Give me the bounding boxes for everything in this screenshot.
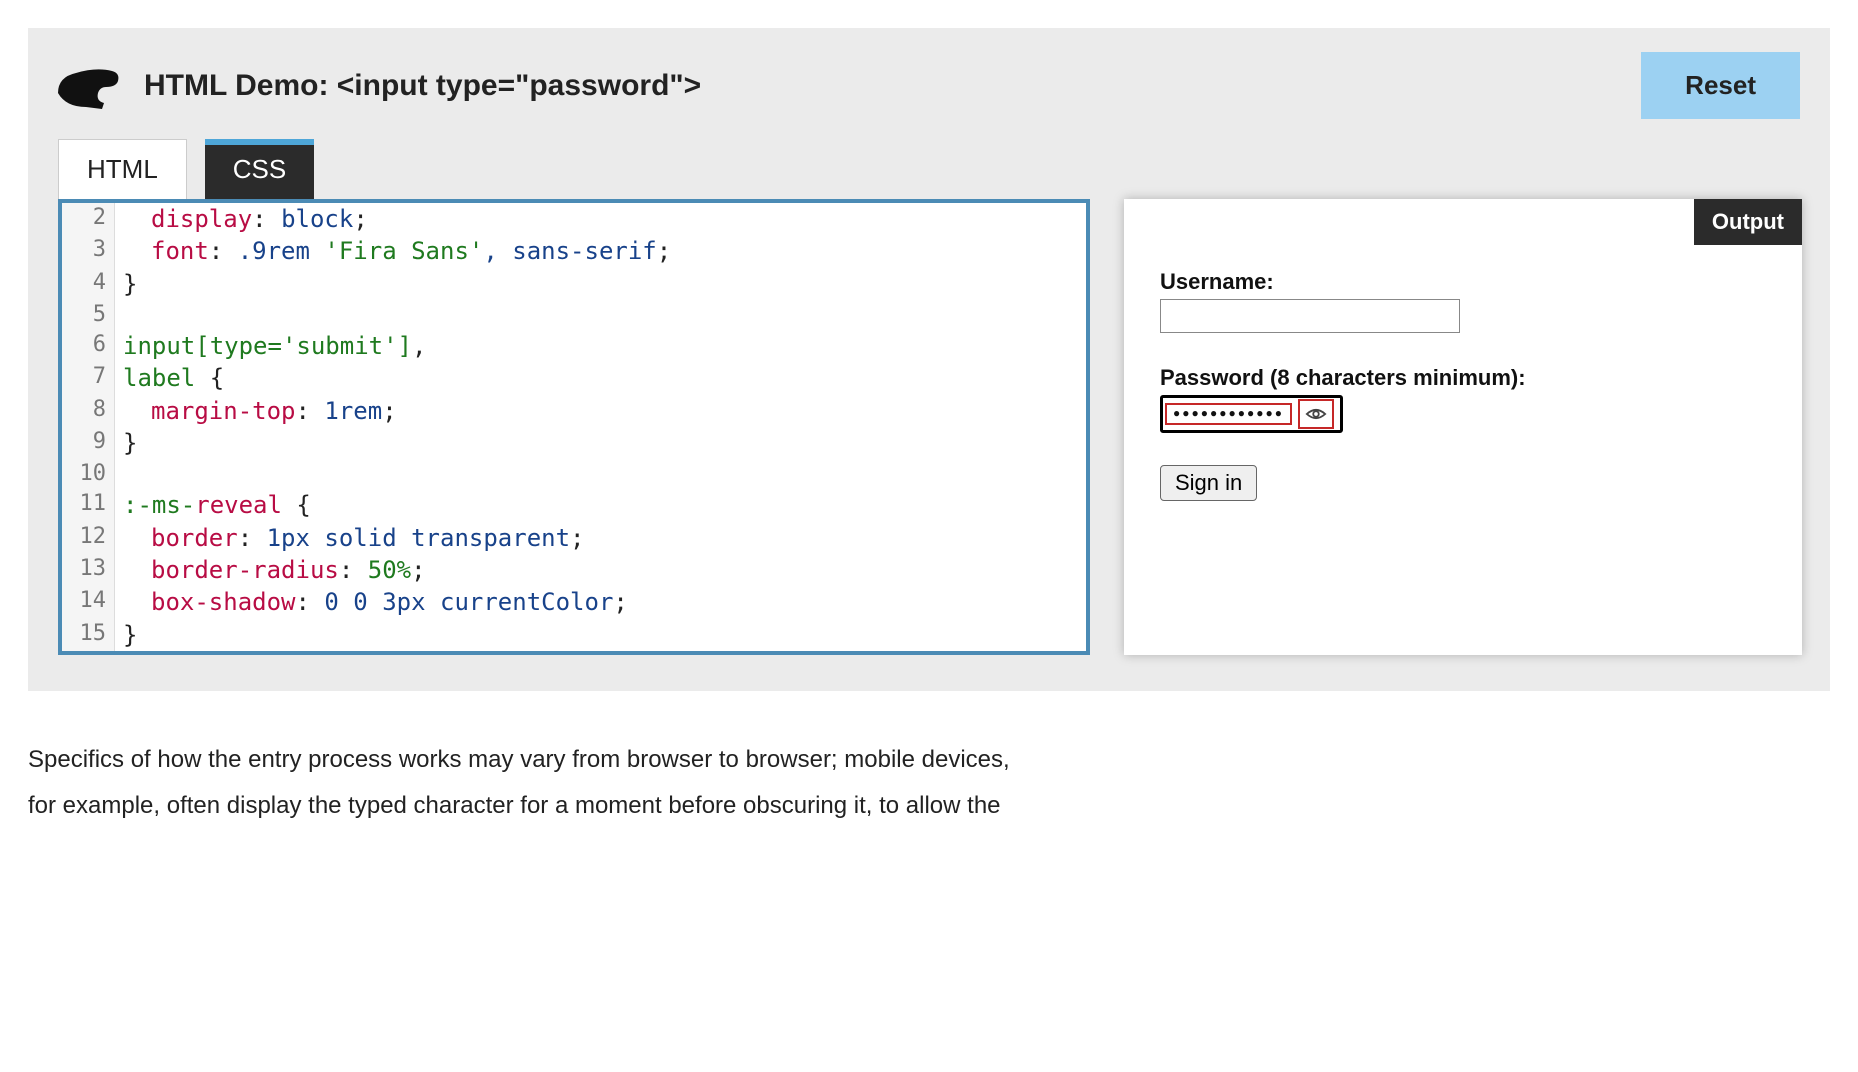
code-line: 10 <box>62 459 1086 489</box>
username-label: Username: <box>1160 269 1766 295</box>
prose-line-1: Specifics of how the entry process works… <box>28 737 1830 783</box>
code-line: 6input[type='submit'], <box>62 330 1086 362</box>
code-content: box-shadow: 0 0 3px currentColor; <box>115 586 628 618</box>
code-line: 3font: .9rem 'Fira Sans', sans-serif; <box>62 235 1086 267</box>
code-line: 2display: block; <box>62 203 1086 235</box>
sign-in-button[interactable]: Sign in <box>1160 465 1257 501</box>
line-number: 10 <box>62 459 115 489</box>
code-line: 9} <box>62 427 1086 459</box>
code-line: 4} <box>62 268 1086 300</box>
password-input[interactable]: ●●●●●●●●●●●● <box>1160 395 1343 433</box>
demo-title: HTML Demo: <input type="password"> <box>144 69 701 103</box>
line-number: 13 <box>62 554 115 586</box>
line-number: 2 <box>62 203 115 235</box>
code-content: border: 1px solid transparent; <box>115 522 585 554</box>
code-content: :-ms-reveal { <box>115 489 311 521</box>
code-line: 11:-ms-reveal { <box>62 489 1086 521</box>
line-number: 14 <box>62 586 115 618</box>
line-number: 9 <box>62 427 115 459</box>
line-number: 11 <box>62 489 115 521</box>
code-content <box>115 459 123 489</box>
line-number: 5 <box>62 300 115 330</box>
code-line: 5 <box>62 300 1086 330</box>
code-line: 13border-radius: 50%; <box>62 554 1086 586</box>
code-line: 7label { <box>62 362 1086 394</box>
line-number: 3 <box>62 235 115 267</box>
output-panel: Output Username: Password (8 characters … <box>1124 199 1802 655</box>
password-label: Password (8 characters minimum): <box>1160 365 1766 391</box>
output-tag: Output <box>1694 199 1802 245</box>
line-number: 7 <box>62 362 115 394</box>
reset-button[interactable]: Reset <box>1641 52 1800 119</box>
code-content: } <box>115 268 137 300</box>
demo-panel: HTML Demo: <input type="password"> Reset… <box>28 28 1830 691</box>
code-line: 12border: 1px solid transparent; <box>62 522 1086 554</box>
username-input[interactable] <box>1160 299 1460 333</box>
code-line: 8margin-top: 1rem; <box>62 395 1086 427</box>
line-number: 12 <box>62 522 115 554</box>
line-number: 8 <box>62 395 115 427</box>
code-content: font: .9rem 'Fira Sans', sans-serif; <box>115 235 671 267</box>
line-number: 6 <box>62 330 115 362</box>
password-mask: ●●●●●●●●●●●● <box>1165 403 1292 425</box>
prose-line-2: for example, often display the typed cha… <box>28 783 1830 829</box>
code-content: border-radius: 50%; <box>115 554 426 586</box>
code-content: display: block; <box>115 203 368 235</box>
code-content <box>115 300 123 330</box>
code-line: 14box-shadow: 0 0 3px currentColor; <box>62 586 1086 618</box>
demo-header: HTML Demo: <input type="password"> Reset <box>28 28 1830 139</box>
code-editor[interactable]: 2display: block;3font: .9rem 'Fira Sans'… <box>58 199 1090 655</box>
tab-css[interactable]: CSS <box>205 139 314 199</box>
code-line: 15} <box>62 619 1086 651</box>
code-content: input[type='submit'], <box>115 330 426 362</box>
reveal-password-icon[interactable] <box>1298 399 1334 429</box>
code-tabs: HTML CSS <box>28 139 1830 199</box>
code-content: } <box>115 619 137 651</box>
code-content: } <box>115 427 137 459</box>
line-number: 4 <box>62 268 115 300</box>
page-prose: Specifics of how the entry process works… <box>0 719 1858 828</box>
code-content: margin-top: 1rem; <box>115 395 397 427</box>
code-content: label { <box>115 362 224 394</box>
mdn-dino-logo-icon <box>56 63 120 109</box>
tab-html[interactable]: HTML <box>58 139 187 199</box>
line-number: 15 <box>62 619 115 651</box>
